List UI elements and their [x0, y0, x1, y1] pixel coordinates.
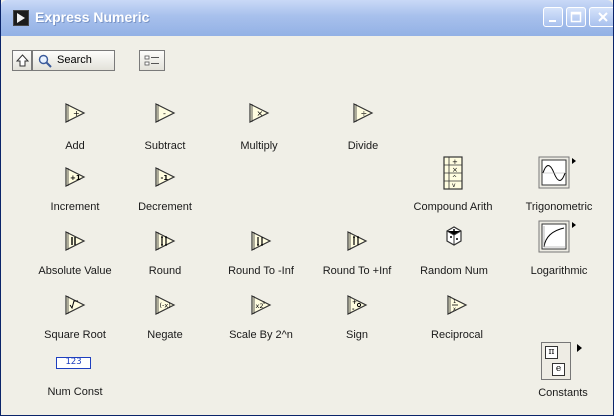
minimize-button[interactable] [543, 7, 563, 27]
palette-item-constants[interactable]: π e Constants [527, 342, 599, 404]
palette-item-decrement[interactable]: -1 Decrement [135, 166, 195, 218]
palette-item-round[interactable]: Round [135, 230, 195, 282]
svg-text:+1: +1 [70, 174, 81, 182]
item-label: Increment [50, 201, 100, 213]
palette-item-trigonometric[interactable]: Trigonometric [519, 156, 599, 218]
decrement-icon: -1 [155, 167, 176, 187]
increment-icon: +1 [65, 167, 86, 187]
svg-text:+: + [452, 158, 458, 166]
item-label: Reciprocal [431, 329, 483, 341]
window-title: Express Numeric [35, 9, 150, 25]
num-const-value: 123 [65, 357, 82, 367]
item-label: Sign [345, 329, 369, 341]
item-label: Multiply [240, 140, 278, 152]
palette-item-round-to-pos-inf[interactable]: Round To +Inf [319, 230, 395, 282]
round-to-neg-inf-icon [251, 231, 272, 251]
search-icon [38, 54, 52, 68]
random-num-icon [446, 226, 462, 246]
palette-item-compound-arith[interactable]: + × ^ v Compound Arith [411, 156, 495, 218]
scale-by-2n-icon: x2 n [251, 295, 272, 315]
item-label: Add [65, 140, 85, 152]
item-label: Num Const [47, 386, 103, 398]
num-const-icon: 123 [56, 357, 91, 369]
svg-text:x: x [453, 307, 456, 313]
item-label: Absolute Value [38, 265, 112, 277]
item-label: Subtract [144, 140, 186, 152]
pi-constant: π [545, 346, 558, 359]
item-label: Scale By 2^n [229, 329, 293, 341]
palette-item-scale-by-2n[interactable]: x2 n Scale By 2^n [225, 294, 297, 346]
palette-area: + Add - Subtract × Multiply ÷ Divide +1 … [1, 74, 613, 415]
trigonometric-icon [538, 156, 576, 189]
palette-item-sign[interactable]: + - Sign [327, 294, 387, 346]
subtract-icon: - [155, 103, 176, 123]
item-label: Square Root [44, 329, 106, 341]
palette-item-round-to-neg-inf[interactable]: Round To -Inf [225, 230, 297, 282]
compound-arith-icon: + × ^ v [443, 156, 463, 190]
item-label: Round To -Inf [228, 265, 294, 277]
svg-text:×: × [257, 109, 264, 118]
title-bar[interactable]: Express Numeric [1, 0, 613, 36]
svg-text:^: ^ [452, 175, 457, 182]
up-button[interactable] [12, 50, 32, 71]
round-icon [155, 231, 176, 251]
palette-item-negate[interactable]: (-x) Negate [135, 294, 195, 346]
item-label: Decrement [138, 201, 192, 213]
constants-icon: π e [541, 342, 571, 380]
express-numeric-window: Express Numeric Search + Add - Subtract … [0, 0, 614, 416]
svg-text:+: + [352, 299, 357, 306]
svg-text:n: n [263, 301, 266, 306]
palette-item-subtract[interactable]: - Subtract [135, 102, 195, 158]
sign-icon: + - [347, 295, 368, 315]
svg-text:÷: ÷ [361, 109, 368, 118]
view-options-icon [144, 55, 159, 66]
svg-text:-1: -1 [161, 174, 169, 182]
palette-item-increment[interactable]: +1 Increment [45, 166, 105, 218]
svg-text:(-x): (-x) [160, 302, 171, 310]
svg-text:+: + [73, 109, 80, 118]
labview-app-icon [13, 10, 29, 26]
svg-text:×: × [452, 166, 458, 174]
item-label: Round [148, 265, 182, 277]
item-label: Compound Arith [413, 201, 493, 213]
multiply-icon: × [249, 103, 270, 123]
item-label: Negate [147, 329, 183, 341]
svg-text:1: 1 [453, 299, 456, 305]
absolute-value-icon [65, 231, 86, 251]
submenu-arrow-icon [577, 344, 582, 352]
view-options-button[interactable] [139, 50, 165, 71]
logarithmic-icon [538, 220, 576, 253]
e-constant: e [552, 363, 565, 376]
search-button[interactable]: Search [32, 50, 115, 71]
palette-item-reciprocal[interactable]: 1 x Reciprocal [425, 294, 489, 346]
item-label: Random Num [420, 265, 488, 277]
palette-item-random-num[interactable]: Random Num [419, 224, 489, 282]
svg-text:v: v [452, 182, 456, 189]
add-icon: + [65, 103, 86, 123]
maximize-button[interactable] [566, 7, 586, 27]
palette-toolbar: Search [1, 36, 613, 74]
search-button-label: Search [57, 54, 92, 66]
reciprocal-icon: 1 x [447, 295, 468, 315]
divide-icon: ÷ [353, 103, 374, 123]
close-button[interactable] [589, 7, 613, 27]
palette-item-num-const[interactable]: 123 Num Const [37, 354, 113, 404]
svg-text:-: - [163, 109, 166, 118]
palette-item-absolute-value[interactable]: Absolute Value [31, 230, 119, 282]
item-label: Divide [347, 140, 379, 152]
item-label: Trigonometric [525, 201, 593, 213]
item-label: Round To +Inf [322, 265, 392, 277]
palette-item-square-root[interactable]: Square Root [35, 294, 115, 346]
square-root-icon [65, 295, 86, 315]
item-label: Logarithmic [530, 265, 588, 277]
palette-item-divide[interactable]: ÷ Divide [333, 102, 393, 158]
palette-item-multiply[interactable]: × Multiply [229, 102, 289, 158]
negate-icon: (-x) [155, 295, 176, 315]
palette-item-logarithmic[interactable]: Logarithmic [519, 220, 599, 282]
round-to-pos-inf-icon [347, 231, 368, 251]
palette-item-add[interactable]: + Add [45, 102, 105, 158]
item-label: Constants [538, 387, 588, 399]
up-arrow-icon [16, 54, 29, 67]
